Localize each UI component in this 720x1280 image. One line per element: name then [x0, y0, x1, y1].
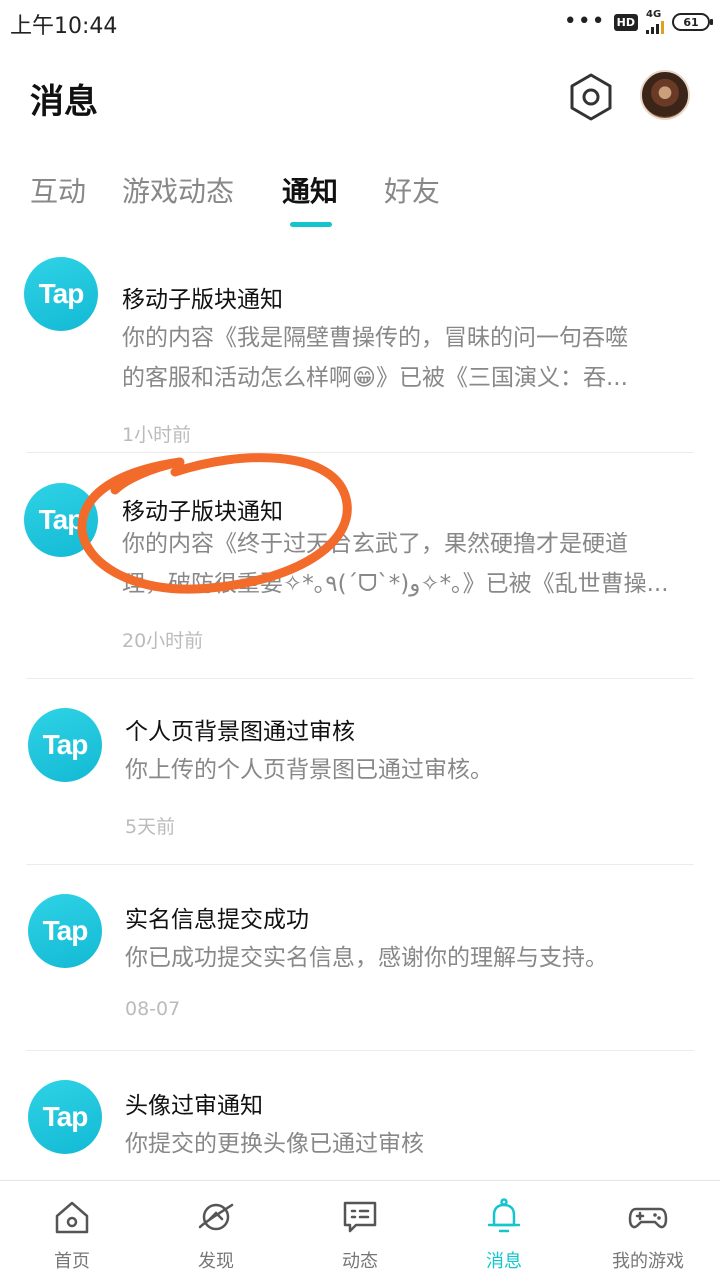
nav-home[interactable]: 首页	[0, 1181, 144, 1280]
notification-body: 你的内容《终于过天台玄武了，果然硬撸才是硬道 理，破防很重要✧*｡٩(ˊᗜˋ*)…	[122, 524, 692, 604]
notification-line: 你的内容《终于过天台玄武了，果然硬撸才是硬道	[122, 531, 628, 557]
tap-logo-icon: Tap	[24, 257, 98, 331]
divider	[26, 864, 694, 865]
notification-item[interactable]: Tap 个人页背景图通过审核 你上传的个人页背景图已通过审核。 5天前	[0, 702, 720, 872]
notification-time: 08-07	[125, 998, 181, 1020]
notification-title: 移动子版块通知	[122, 499, 283, 525]
chat-icon	[343, 1201, 377, 1233]
tap-logo-icon: Tap	[24, 483, 98, 557]
notification-line: 理，破防很重要✧*｡٩(ˊᗜˋ*)و✧*｡》已被《乱世曹操...	[122, 571, 669, 597]
tab-notifications[interactable]: 通知	[282, 170, 338, 210]
nav-label: 动态	[342, 1251, 378, 1272]
active-tab-indicator	[290, 222, 332, 227]
notification-line: 你上传的个人页背景图已通过审核。	[125, 757, 493, 783]
battery-icon: 61	[672, 13, 713, 31]
notification-item[interactable]: Tap 移动子版块通知 你的内容《我是隔壁曹操传的，冒昧的问一句吞噬 的客服和活…	[0, 252, 720, 452]
battery-level: 61	[683, 15, 699, 29]
divider	[26, 1050, 694, 1051]
status-time: 上午10:44	[10, 14, 118, 39]
notification-body: 你已成功提交实名信息，感谢你的理解与支持。	[125, 938, 695, 978]
nav-feed[interactable]: 动态	[288, 1181, 432, 1280]
divider	[26, 452, 694, 453]
settings-button[interactable]	[564, 70, 618, 124]
tab-game-updates[interactable]: 游戏动态	[122, 170, 234, 210]
bell-icon	[487, 1198, 521, 1233]
tab-friends[interactable]: 好友	[384, 170, 440, 210]
notification-item[interactable]: Tap 头像过审通知 你提交的更换头像已通过审核	[0, 1074, 720, 1174]
network-indicator: 4G	[646, 10, 664, 34]
gamepad-icon	[628, 1207, 668, 1229]
nav-label: 首页	[54, 1251, 90, 1272]
header: 消息	[0, 60, 720, 140]
notification-line: 你已成功提交实名信息，感谢你的理解与支持。	[125, 945, 608, 971]
page-title: 消息	[30, 82, 98, 122]
notification-item[interactable]: Tap 移动子版块通知 你的内容《终于过天台玄武了，果然硬撸才是硬道 理，破防很…	[0, 478, 720, 678]
notification-time: 5天前	[125, 816, 176, 838]
tab-interaction[interactable]: 互动	[30, 170, 86, 210]
tap-logo-icon: Tap	[28, 894, 102, 968]
notification-line: 你的内容《我是隔壁曹操传的，冒昧的问一句吞噬	[122, 325, 628, 351]
notification-title: 实名信息提交成功	[125, 907, 309, 933]
notification-line: 的客服和活动怎么样啊😁》已被《三国演义：吞...	[122, 365, 628, 391]
network-label: 4G	[646, 9, 662, 20]
avatar[interactable]	[640, 70, 690, 120]
notification-body: 你的内容《我是隔壁曹操传的，冒昧的问一句吞噬 的客服和活动怎么样啊😁》已被《三国…	[122, 318, 692, 398]
nav-discover[interactable]: 发现	[144, 1181, 288, 1280]
home-icon	[55, 1201, 89, 1234]
bottom-nav: 首页 发现 动态 消息 我的游戏	[0, 1180, 720, 1280]
notification-line: 你提交的更换头像已通过审核	[125, 1131, 424, 1157]
notification-time: 20小时前	[122, 630, 204, 652]
planet-icon	[198, 1203, 234, 1231]
hd-badge: HD	[613, 13, 638, 31]
divider	[26, 678, 694, 679]
status-bar: 上午10:44 ••• HD 4G 61	[0, 0, 720, 46]
tap-logo-icon: Tap	[28, 708, 102, 782]
notification-title: 移动子版块通知	[122, 287, 283, 313]
nav-label: 消息	[486, 1251, 522, 1272]
notification-item[interactable]: Tap 实名信息提交成功 你已成功提交实名信息，感谢你的理解与支持。 08-07	[0, 888, 720, 1058]
nav-messages[interactable]: 消息	[432, 1181, 576, 1280]
signal-icon	[646, 20, 664, 34]
notification-title: 头像过审通知	[125, 1093, 263, 1119]
status-indicators: ••• HD 4G 61	[563, 8, 713, 36]
tap-logo-icon: Tap	[28, 1080, 102, 1154]
nav-label: 发现	[198, 1251, 234, 1272]
nav-my-games[interactable]: 我的游戏	[576, 1181, 720, 1280]
tab-bar: 互动 游戏动态 通知 好友	[0, 160, 720, 230]
notification-body: 你上传的个人页背景图已通过审核。	[125, 750, 695, 790]
nav-label: 我的游戏	[612, 1251, 684, 1272]
hexagon-settings-icon	[570, 73, 612, 121]
notification-body: 你提交的更换头像已通过审核	[125, 1124, 695, 1164]
more-dots-icon: •••	[563, 9, 606, 34]
notification-time: 1小时前	[122, 424, 192, 446]
notification-title: 个人页背景图通过审核	[125, 719, 355, 745]
